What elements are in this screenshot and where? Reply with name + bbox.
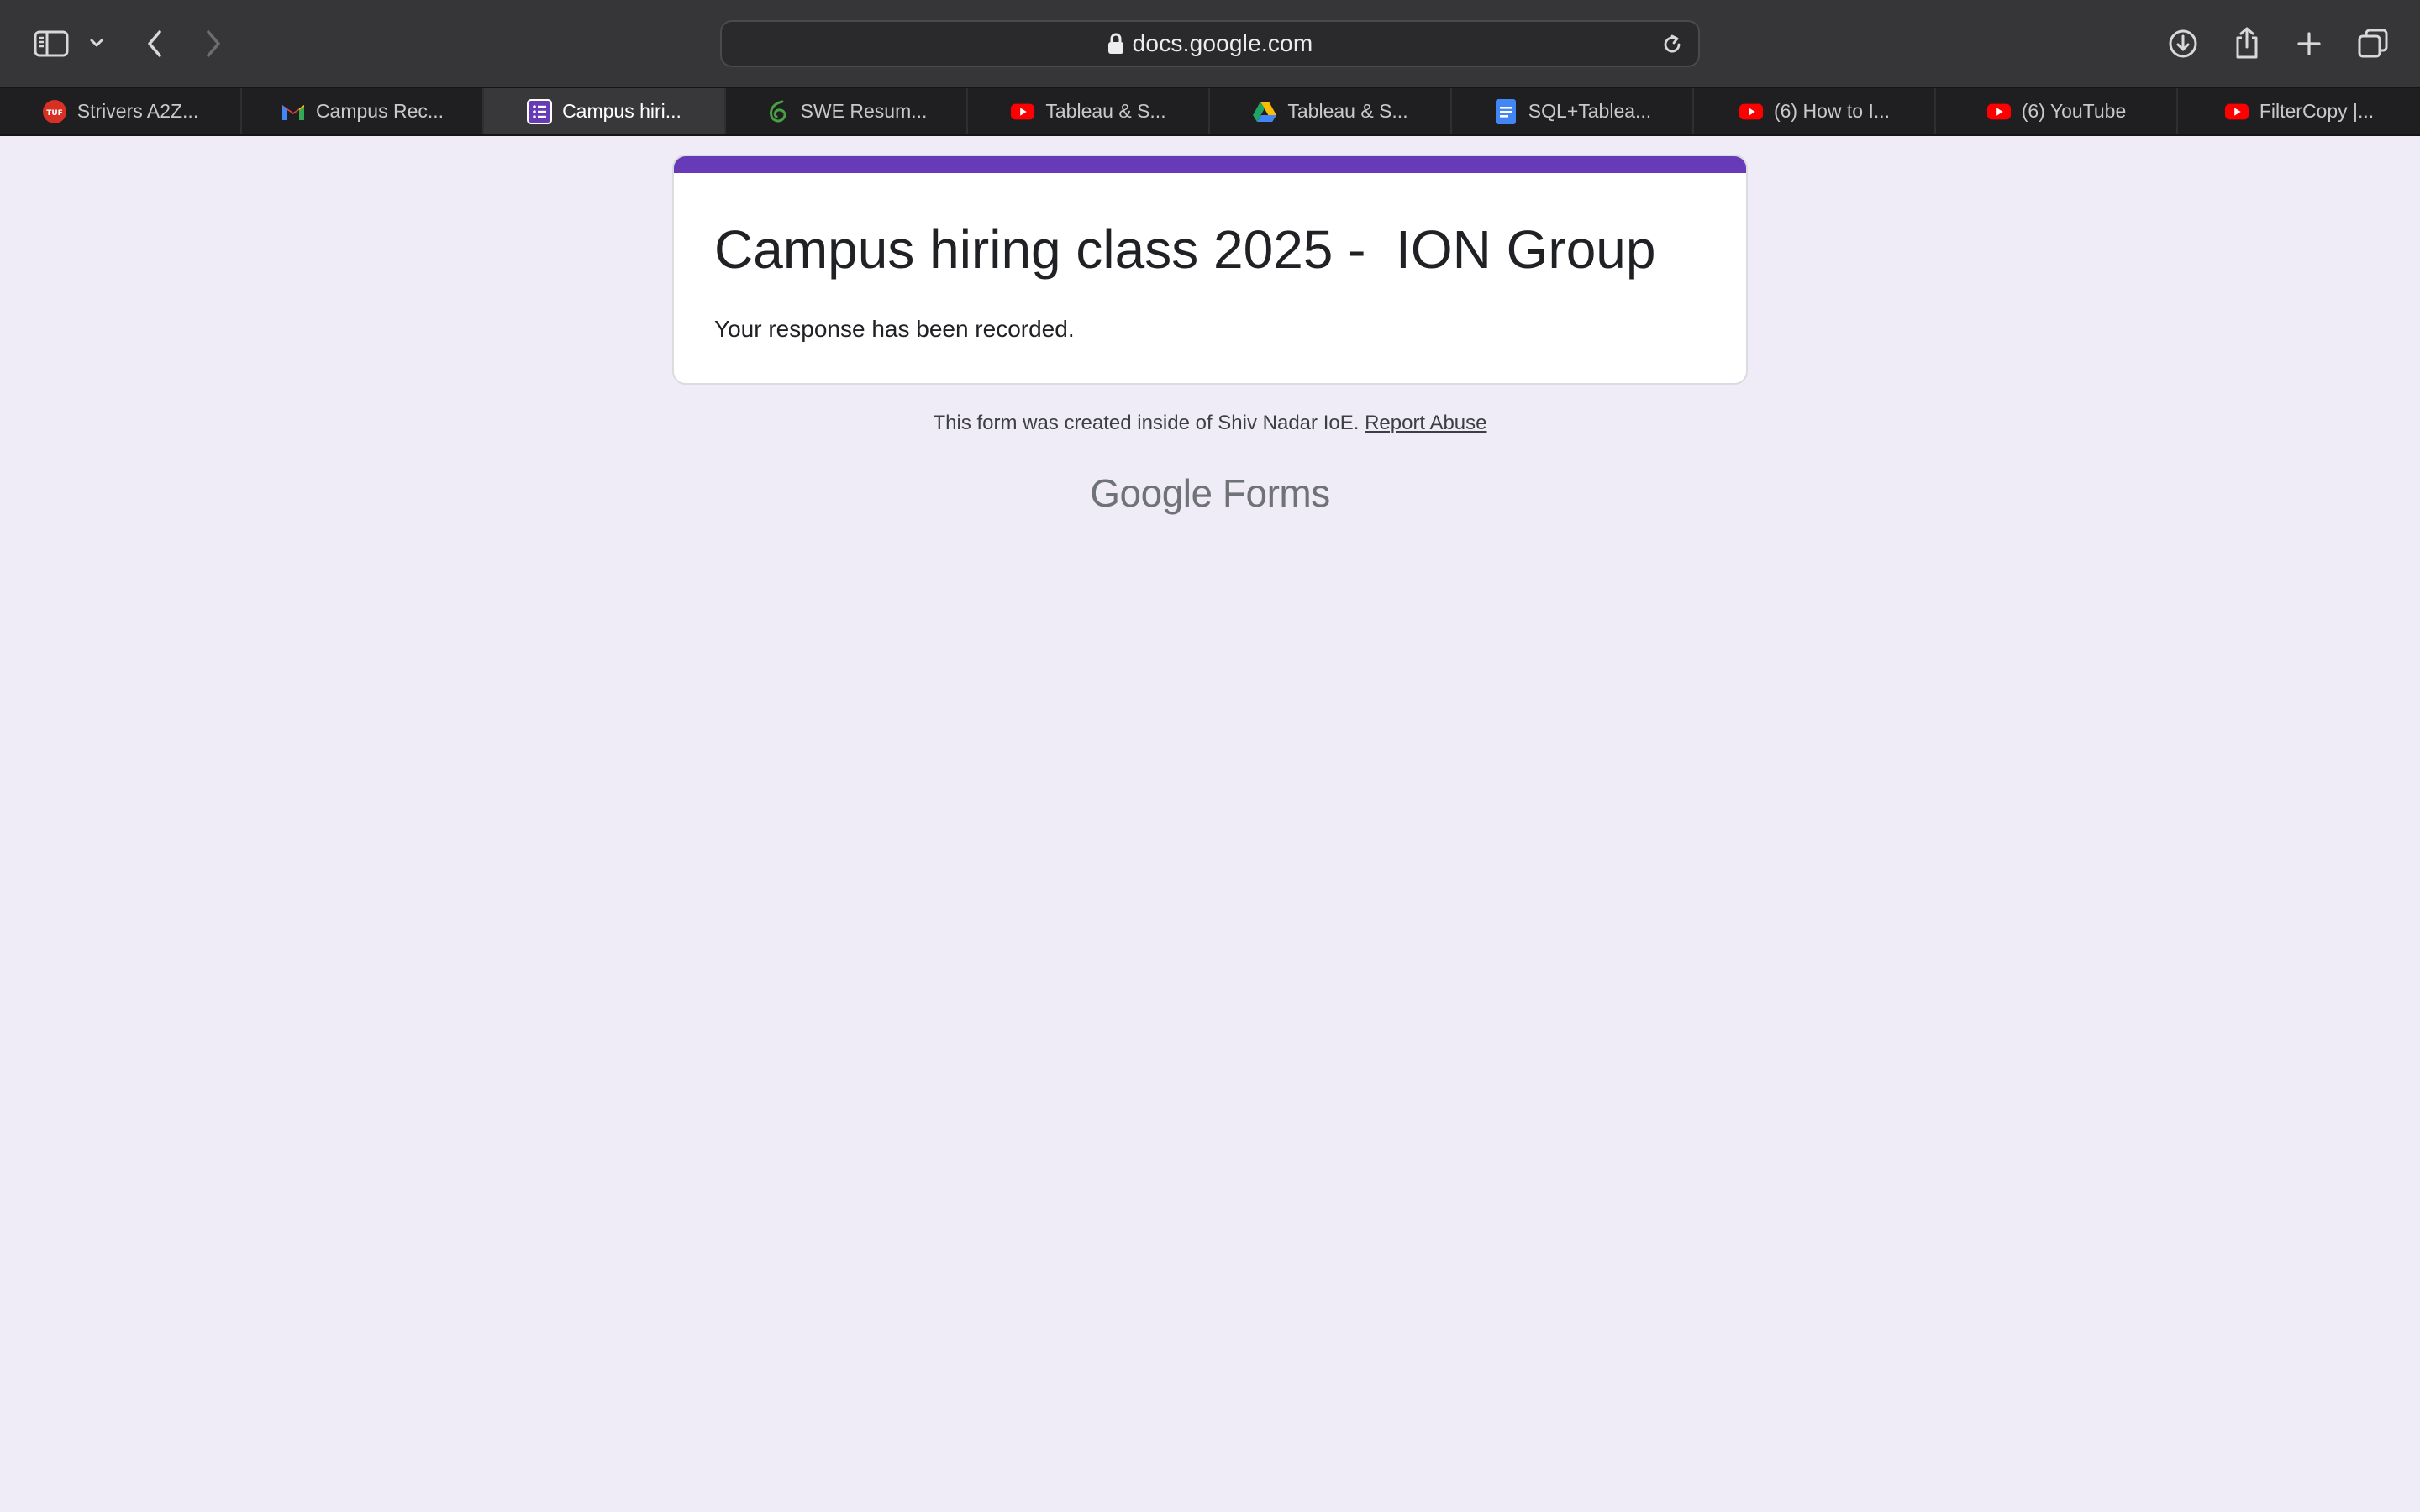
back-button[interactable] (139, 25, 170, 62)
browser-toolbar: docs.google.com (0, 0, 2420, 87)
confirmation-message: Your response has been recorded. (714, 316, 1075, 342)
logo-forms-text: Forms (1222, 471, 1330, 515)
form-title: Campus hiring class 2025 - ION Group (714, 219, 1656, 280)
form-confirmation-card: Campus hiring class 2025 - ION Group You… (672, 155, 1748, 385)
new-tab-button[interactable] (2292, 27, 2326, 60)
reload-button[interactable] (1656, 29, 1688, 60)
share-icon (2236, 27, 2258, 59)
youtube-icon (1010, 99, 1035, 124)
tab-bar: TUF Strivers A2Z... Campus Rec... Campus… (0, 87, 2420, 136)
overleaf-icon (765, 99, 791, 124)
tab-label: (6) YouTube (2021, 100, 2127, 122)
tab-label: Tableau & S... (1287, 100, 1408, 122)
download-icon (2169, 29, 2197, 58)
tab-overview-button[interactable] (2354, 25, 2391, 62)
gmail-icon (281, 99, 306, 124)
lock-icon (1107, 33, 1123, 54)
google-drive-icon (1252, 99, 1277, 124)
tab-label: (6) How to I... (1773, 100, 1891, 122)
youtube-icon (1986, 99, 2012, 124)
tab-label: Strivers A2Z... (76, 100, 199, 122)
tab-youtube[interactable]: (6) YouTube (1936, 88, 2178, 134)
chevron-left-icon (148, 30, 161, 57)
form-accent-bar (674, 156, 1746, 173)
tab-filtercopy-youtube[interactable]: FilterCopy |... (2178, 88, 2420, 134)
tab-how-to-youtube[interactable]: (6) How to I... (1694, 88, 1936, 134)
tab-label: FilterCopy |... (2259, 100, 2375, 122)
tab-swe-resume[interactable]: SWE Resum... (726, 88, 968, 134)
tab-tableau-youtube[interactable]: Tableau & S... (968, 88, 1210, 134)
chevron-down-icon (90, 39, 103, 47)
tab-tableau-drive[interactable]: Tableau & S... (1210, 88, 1452, 134)
downloads-button[interactable] (2166, 25, 2200, 62)
tab-label: SQL+Tablea... (1528, 100, 1652, 122)
tab-strivers[interactable]: TUF Strivers A2Z... (0, 88, 242, 134)
tab-label: Tableau & S... (1045, 100, 1166, 122)
svg-text:TUF: TUF (46, 109, 63, 118)
address-bar[interactable]: docs.google.com (720, 20, 1700, 67)
form-footer-note: This form was created inside of Shiv Nad… (0, 412, 2420, 435)
youtube-icon (1739, 99, 1764, 124)
google-forms-icon (527, 98, 553, 124)
sidebar-toggle-button[interactable] (32, 25, 71, 62)
reload-icon (1664, 34, 1681, 53)
tab-campus-hiring-form[interactable]: Campus hiri... (484, 88, 726, 134)
share-button[interactable] (2230, 24, 2264, 62)
chevron-right-icon (207, 30, 220, 57)
google-forms-logo[interactable]: Google Forms (0, 470, 2420, 516)
tab-label: Campus hiri... (562, 100, 681, 122)
youtube-icon (2224, 99, 2249, 124)
url-text: docs.google.com (1132, 30, 1313, 56)
tab-overview-icon (2358, 29, 2388, 58)
tab-sql-tableau-docs[interactable]: SQL+Tablea... (1452, 88, 1694, 134)
footer-text: This form was created inside of Shiv Nad… (933, 412, 1360, 434)
tab-label: Campus Rec... (315, 100, 445, 122)
sidebar-icon (34, 30, 69, 57)
logo-google-text: Google (1090, 471, 1213, 515)
tuf-icon: TUF (42, 99, 67, 124)
report-abuse-link[interactable]: Report Abuse (1365, 412, 1486, 434)
tab-group-dropdown-button[interactable] (86, 30, 108, 55)
tab-label: SWE Resum... (800, 100, 928, 122)
forward-button[interactable] (198, 25, 229, 62)
plus-icon (2297, 32, 2321, 55)
google-docs-icon (1493, 98, 1518, 124)
tab-campus-recruitment-gmail[interactable]: Campus Rec... (242, 88, 484, 134)
